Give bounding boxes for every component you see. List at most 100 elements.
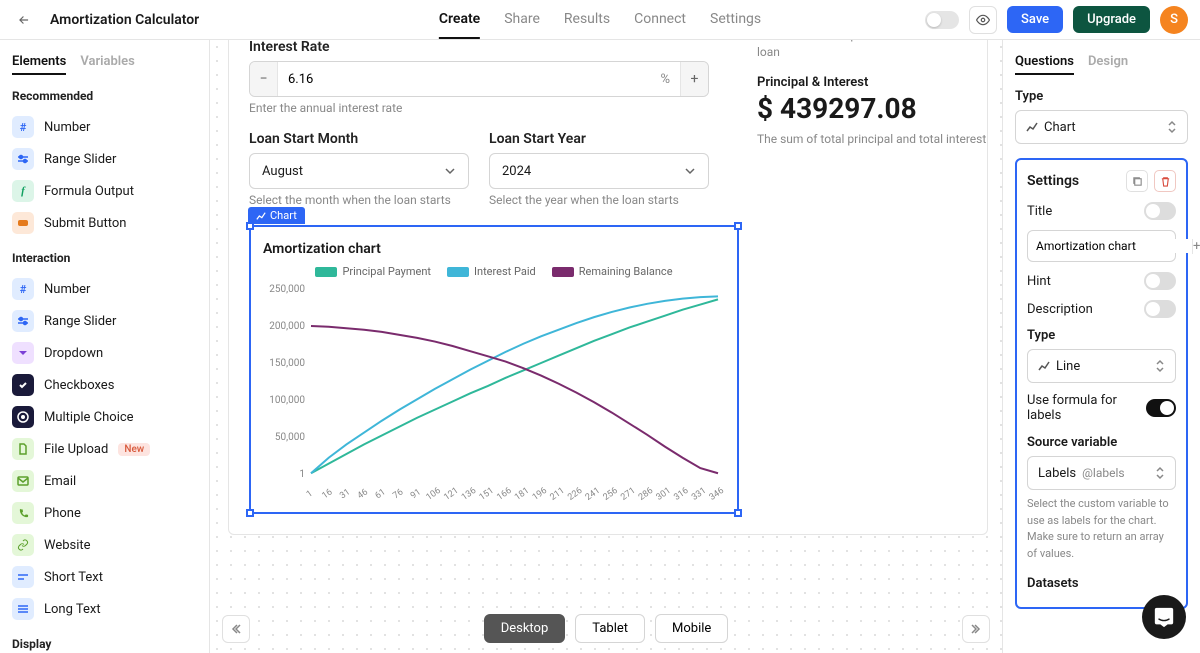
- resize-handle[interactable]: [734, 222, 742, 230]
- svg-text:271: 271: [619, 486, 637, 503]
- chart-plot: 150,000100,000150,000200,000250,00011631…: [263, 284, 728, 504]
- hash-icon: #: [12, 116, 34, 138]
- device-tablet[interactable]: Tablet: [575, 614, 645, 643]
- slider-icon: [12, 310, 34, 332]
- settings-heading: Settings: [1027, 173, 1079, 189]
- loan-month-label: Loan Start Month: [249, 131, 469, 147]
- svg-text:316: 316: [672, 486, 690, 503]
- link-icon: [12, 534, 34, 556]
- chart-type2-label: Type: [1027, 328, 1176, 343]
- resize-handle[interactable]: [246, 509, 254, 517]
- loan-year-hint: Select the year when the loan starts: [489, 193, 709, 207]
- interest-rate-input[interactable]: − % +: [249, 61, 709, 97]
- elem-range-slider-2[interactable]: Range Slider: [12, 305, 197, 337]
- tab-connect[interactable]: Connect: [634, 1, 686, 39]
- elem-formula-output[interactable]: fFormula Output: [12, 175, 197, 207]
- settings-panel: Settings Title + Hint Description: [1015, 158, 1188, 609]
- svg-text:166: 166: [495, 486, 513, 503]
- publish-toggle[interactable]: [925, 11, 959, 29]
- chart-element[interactable]: Amortization chart Principal Payment Int…: [249, 225, 739, 514]
- hint-toggle[interactable]: [1144, 272, 1176, 290]
- formula-labels-label: Use formula for labels: [1027, 393, 1146, 423]
- chart-icon: [1026, 121, 1038, 133]
- source-var-label: Source variable: [1027, 435, 1176, 450]
- user-avatar[interactable]: S: [1160, 6, 1188, 34]
- elem-checkboxes[interactable]: Checkboxes: [12, 369, 197, 401]
- tab-share[interactable]: Share: [504, 1, 540, 39]
- type-label: Type: [1015, 89, 1188, 104]
- elem-file-upload[interactable]: File UploadNew: [12, 433, 197, 465]
- elem-phone[interactable]: Phone: [12, 497, 197, 529]
- svg-text:150,000: 150,000: [269, 358, 305, 369]
- elem-website[interactable]: Website: [12, 529, 197, 561]
- device-bar: Desktop Tablet Mobile: [210, 614, 1002, 643]
- loan-month-select[interactable]: August: [249, 153, 469, 189]
- chart-title: Amortization chart: [263, 241, 725, 257]
- description-toggle-label: Description: [1027, 302, 1093, 317]
- loan-year-select[interactable]: 2024: [489, 153, 709, 189]
- rtab-questions[interactable]: Questions: [1015, 54, 1074, 75]
- source-var-select[interactable]: Labels @labels: [1027, 456, 1176, 490]
- percent-suffix: %: [650, 72, 680, 87]
- pi-value: $ 439297.08: [757, 92, 987, 125]
- app-title: Amortization Calculator: [50, 12, 199, 28]
- canvas[interactable]: Interest Rate − % + Enter the annual int…: [210, 40, 1002, 653]
- section-recommended: Recommended: [12, 89, 197, 103]
- description-toggle[interactable]: [1144, 300, 1176, 318]
- sidebar-tab-variables[interactable]: Variables: [80, 54, 135, 75]
- elem-number-2[interactable]: #Number: [12, 273, 197, 305]
- tab-create[interactable]: Create: [439, 1, 480, 39]
- left-sidebar: Elements Variables Recommended #Number R…: [0, 40, 210, 653]
- upgrade-button[interactable]: Upgrade: [1073, 6, 1150, 33]
- file-icon: [12, 438, 34, 460]
- interest-rate-label: Interest Rate: [249, 40, 709, 55]
- svg-text:1: 1: [299, 469, 305, 480]
- line-chart-icon: [1038, 360, 1050, 372]
- elem-dropdown[interactable]: Dropdown: [12, 337, 197, 369]
- sidebar-tab-elements[interactable]: Elements: [12, 54, 66, 75]
- elem-number[interactable]: #Number: [12, 111, 197, 143]
- next-page-button[interactable]: [962, 615, 990, 643]
- svg-text:226: 226: [566, 486, 584, 503]
- interest-rate-field[interactable]: [278, 72, 650, 87]
- elem-short-text[interactable]: Short Text: [12, 561, 197, 593]
- add-variable-button[interactable]: +: [1192, 239, 1200, 254]
- elem-range-slider[interactable]: Range Slider: [12, 143, 197, 175]
- elem-long-text[interactable]: Long Text: [12, 593, 197, 625]
- duplicate-button[interactable]: [1126, 170, 1148, 192]
- device-mobile[interactable]: Mobile: [655, 614, 728, 643]
- svg-text:200,000: 200,000: [269, 321, 305, 332]
- resize-handle[interactable]: [246, 222, 254, 230]
- formula-labels-toggle[interactable]: [1146, 399, 1176, 417]
- datasets-label: Datasets: [1027, 576, 1176, 591]
- email-icon: [12, 470, 34, 492]
- tab-results[interactable]: Results: [564, 1, 610, 39]
- title-input[interactable]: +: [1027, 230, 1176, 262]
- delete-button[interactable]: [1154, 170, 1176, 192]
- elem-multiple-choice[interactable]: Multiple Choice: [12, 401, 197, 433]
- rtab-design[interactable]: Design: [1088, 54, 1128, 75]
- long-text-icon: [12, 598, 34, 620]
- increment-button[interactable]: +: [680, 62, 708, 96]
- prev-page-button[interactable]: [222, 615, 250, 643]
- formula-icon: f: [12, 180, 34, 202]
- svg-text:100,000: 100,000: [269, 395, 305, 406]
- intercom-launcher[interactable]: [1142, 595, 1186, 639]
- svg-text:301: 301: [655, 486, 673, 503]
- title-toggle[interactable]: [1144, 202, 1176, 220]
- decrement-button[interactable]: −: [250, 62, 278, 96]
- resize-handle[interactable]: [734, 509, 742, 517]
- svg-text:151: 151: [478, 486, 496, 503]
- svg-text:106: 106: [425, 486, 443, 503]
- chevron-updown-icon: [1155, 359, 1165, 373]
- save-button[interactable]: Save: [1007, 6, 1063, 33]
- elem-email[interactable]: Email: [12, 465, 197, 497]
- tab-settings[interactable]: Settings: [710, 1, 761, 39]
- type-select[interactable]: Chart: [1015, 110, 1188, 144]
- chart-type-select[interactable]: Line: [1027, 349, 1176, 383]
- device-desktop[interactable]: Desktop: [484, 614, 566, 643]
- back-button[interactable]: [12, 8, 36, 32]
- elem-submit-button[interactable]: Submit Button: [12, 207, 197, 239]
- svg-text:250,000: 250,000: [269, 284, 305, 295]
- preview-button[interactable]: [969, 6, 997, 34]
